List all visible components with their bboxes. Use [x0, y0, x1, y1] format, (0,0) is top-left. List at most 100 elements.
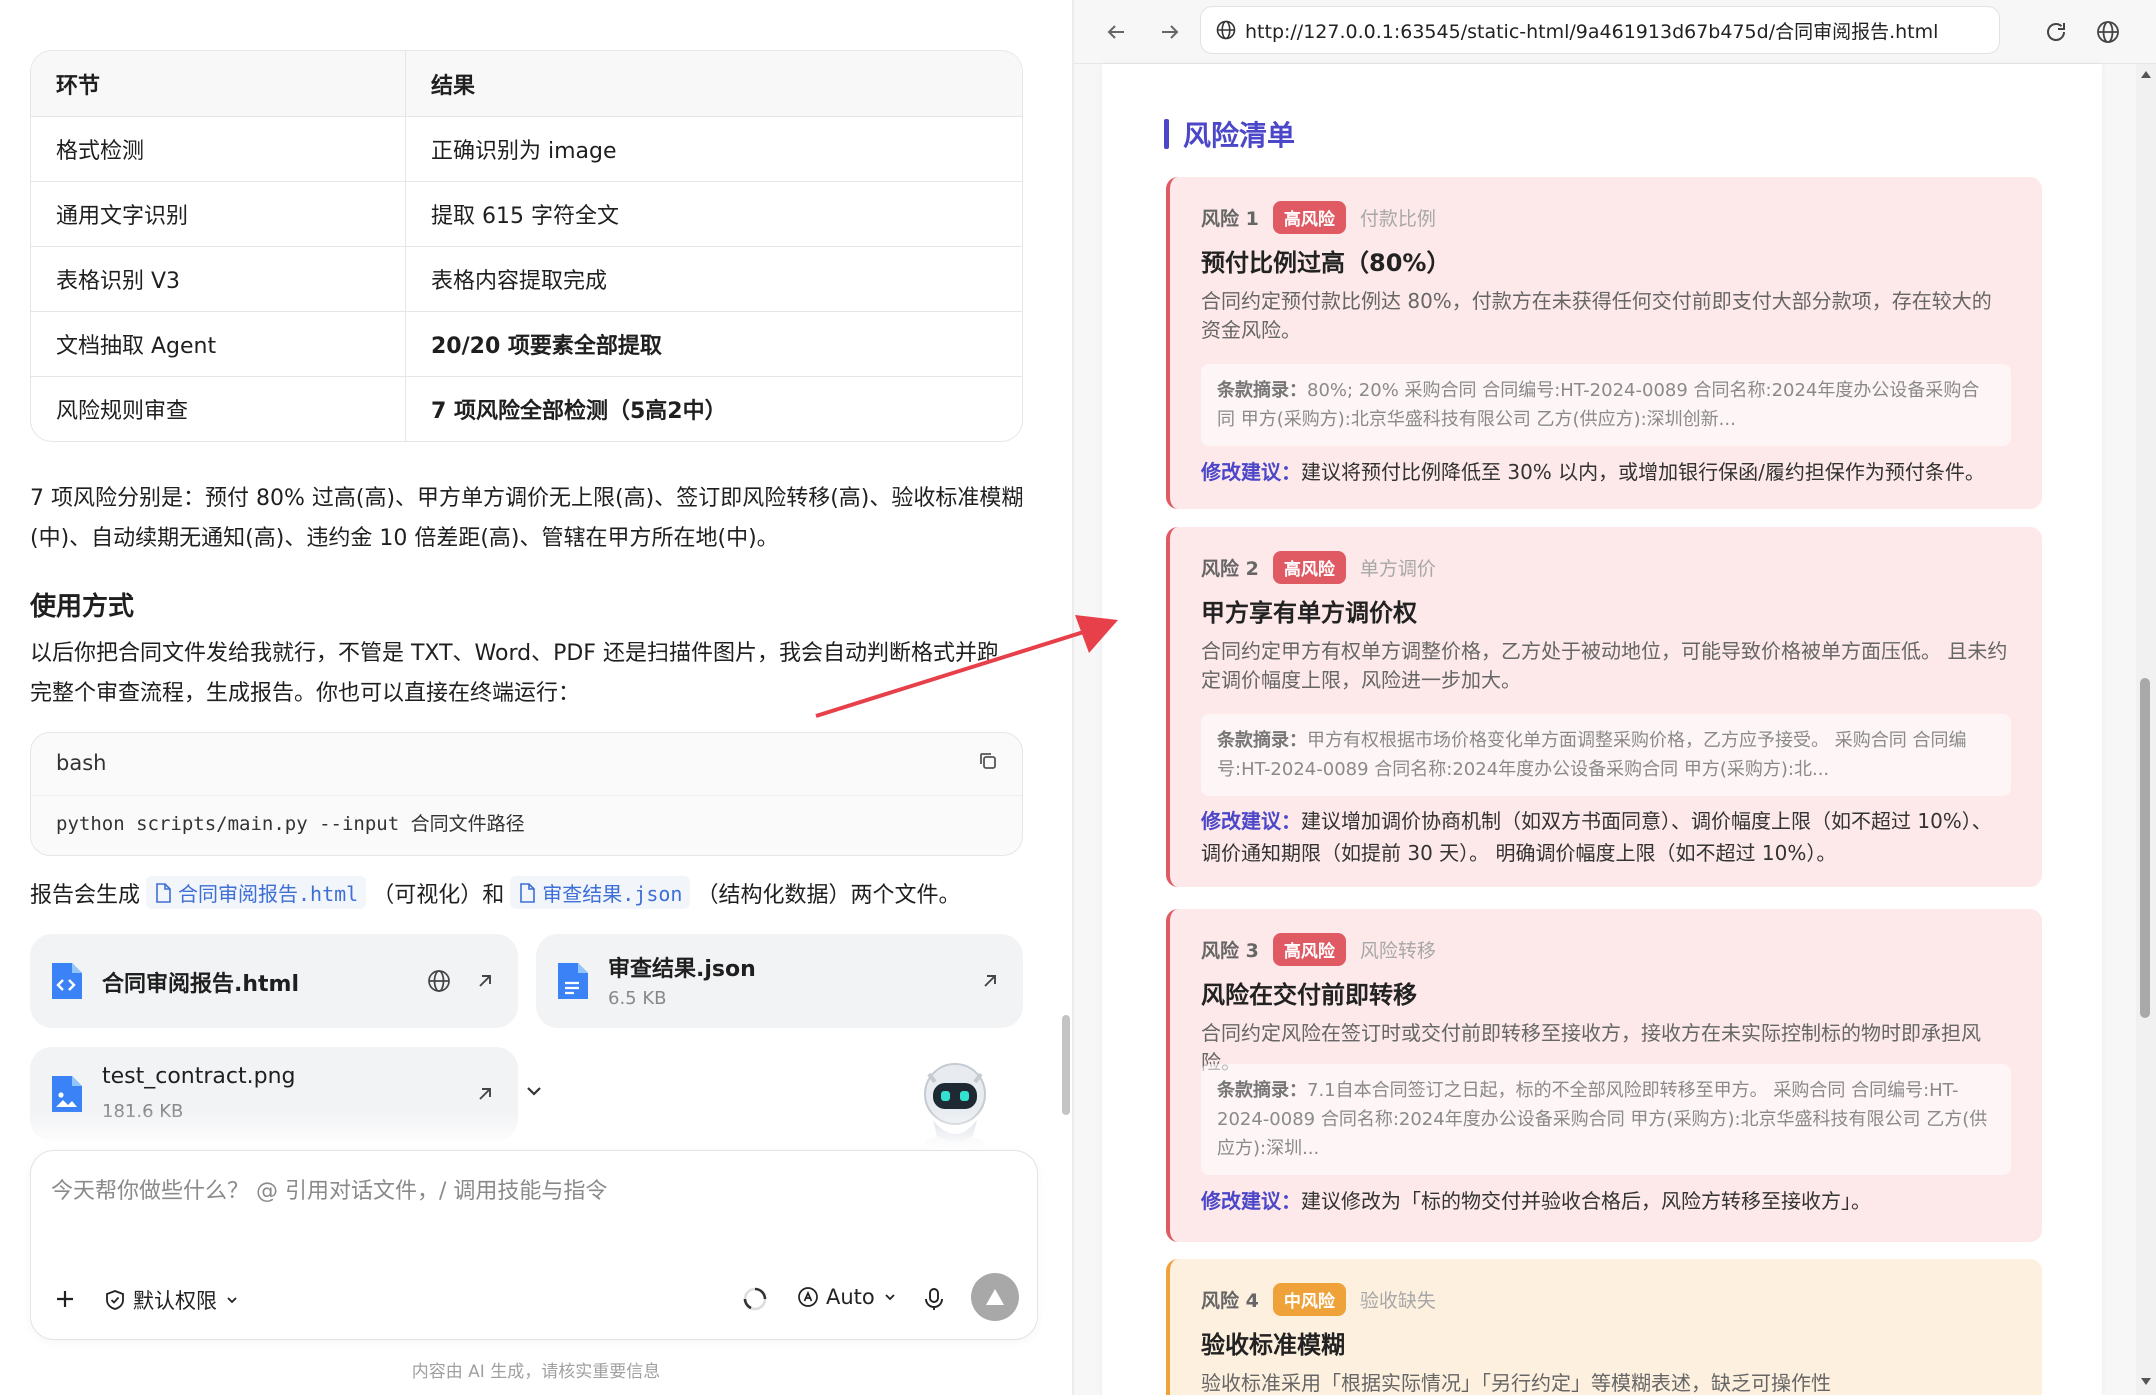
clause-label: 条款摘录： [1217, 380, 1307, 401]
auto-mode-icon [798, 1287, 818, 1307]
risk-card: 风险 1 高风险 付款比例 预付比例过高（80%） 合同约定预付款比例达 80%… [1166, 177, 2042, 509]
risk-meta: 风险 4 中风险 验收缺失 [1201, 1283, 1436, 1316]
table-cell-step: 文档抽取 Agent [31, 312, 406, 376]
table-header-row: 环节 结果 [31, 51, 1022, 116]
file-link-label: 审查结果.json [542, 882, 683, 906]
risk-clause: 条款摘录：7.1自本合同签订之日起，标的不全部风险即转移至甲方。 采购合同 合同… [1201, 1064, 2011, 1175]
risk-category: 验收缺失 [1359, 1290, 1436, 1312]
microphone-icon[interactable] [921, 1285, 947, 1313]
table-row: 表格识别 V3 表格内容提取完成 [31, 246, 1022, 311]
scroll-down-icon[interactable] [2140, 1376, 2152, 1386]
plus-icon[interactable] [53, 1287, 77, 1311]
model-selector[interactable]: Auto [796, 1285, 897, 1309]
report-text-mid: （可视化）和 [372, 882, 505, 908]
forward-arrow-icon[interactable] [1156, 18, 1184, 46]
suggestion-label: 修改建议： [1201, 460, 1301, 484]
risk-category: 风险转移 [1359, 940, 1436, 962]
suggestion-text: 建议增加调价协商机制（如双方书面同意）、调价幅度上限（如不超过 10%）、调价通… [1201, 809, 1992, 865]
risk-meta: 风险 3 高风险 风险转移 [1201, 933, 1436, 966]
section-title: 风险清单 [1164, 114, 1295, 154]
file-card[interactable]: 合同审阅报告.html [30, 934, 518, 1028]
risk-category: 单方调价 [1359, 558, 1436, 580]
risk-level-badge: 高风险 [1272, 933, 1346, 966]
table-cell-result: 提取 615 字符全文 [431, 204, 619, 229]
browser-scrollbar-thumb[interactable] [2140, 678, 2150, 1018]
risk-number: 风险 3 [1201, 940, 1259, 962]
address-bar[interactable]: http://127.0.0.1:63545/static-html/9a461… [1200, 6, 2000, 54]
table-cell-result: 7 项风险全部检测（5高2中） [431, 399, 727, 424]
table-cell-step: 表格识别 V3 [31, 247, 406, 311]
risk-meta: 风险 2 高风险 单方调价 [1201, 551, 1436, 584]
table-row: 通用文字识别 提取 615 字符全文 [31, 181, 1022, 246]
risk-title: 风险在交付前即转移 [1201, 981, 1417, 1009]
report-files-line: 报告会生成 合同审阅报告.html （可视化）和 审查结果.json （结构化数… [30, 876, 960, 909]
send-button[interactable] [971, 1273, 1019, 1321]
open-external-icon[interactable] [472, 1081, 498, 1107]
section-title-bar [1164, 119, 1169, 149]
open-external-icon[interactable] [472, 968, 498, 994]
table-cell-result: 表格内容提取完成 [431, 269, 608, 294]
file-link-json[interactable]: 审查结果.json [510, 876, 691, 909]
risk-category: 付款比例 [1359, 208, 1436, 230]
risk-suggestion: 修改建议：建议增加调价协商机制（如双方书面同意）、调价幅度上限（如不超过 10%… [1201, 805, 2011, 869]
chevron-down-icon [885, 1294, 895, 1301]
shield-check-icon [106, 1290, 124, 1310]
risk-suggestion: 修改建议：建议修改为「标的物交付并验收合格后，风险方转移至接收方」。 [1201, 1185, 2011, 1217]
summary-line: (中)、自动续期无通知(高)、违约金 10 倍差距(高)、管辖在甲方所在地(中)… [30, 526, 779, 551]
risk-card: 风险 3 高风险 风险转移 风险在交付前即转移 合同约定风险在签订时或交付前即转… [1166, 909, 2042, 1242]
risk-title: 预付比例过高（80%） [1201, 249, 1451, 277]
risk-level-badge: 高风险 [1272, 551, 1346, 584]
suggestion-label: 修改建议： [1201, 809, 1301, 833]
report-text-before: 报告会生成 [30, 882, 141, 908]
clause-label: 条款摘录： [1217, 730, 1307, 751]
annotation-arrow [815, 615, 1118, 718]
risk-clause: 条款摘录：甲方有权根据市场价格变化单方面调整采购价格，乙方应予接受。 采购合同 … [1201, 714, 2011, 796]
clause-label: 条款摘录： [1217, 1080, 1307, 1101]
table-header-result: 结果 [431, 73, 476, 99]
table-row: 风险规则审查 7 项风险全部检测（5高2中） [31, 376, 1022, 441]
result-table: 环节 结果 格式检测 正确识别为 image 通用文字识别 提取 615 字符全… [30, 50, 1023, 442]
summary-line: 7 项风险分别是：预付 80% 过高(高)、甲方单方调价无上限(高)、签订即风险… [30, 486, 1024, 511]
copy-icon[interactable] [976, 749, 1000, 773]
scroll-up-icon[interactable] [2140, 70, 2152, 80]
permission-selector[interactable]: 默认权限 [103, 1285, 239, 1315]
chat-scrollbar[interactable] [1062, 1015, 1070, 1115]
file-icon [156, 882, 171, 903]
suggestion-label: 修改建议： [1201, 1189, 1301, 1213]
back-arrow-icon[interactable] [1102, 18, 1130, 46]
risk-level-badge: 中风险 [1272, 1283, 1346, 1316]
report-text-after: （结构化数据）两个文件。 [696, 882, 961, 908]
file-card-size: 6.5 KB [608, 988, 667, 1009]
doc-file-icon [558, 963, 588, 999]
chat-input-box[interactable]: 今天帮你做些什么？ @ 引用对话文件，/ 调用技能与指令 默认权限 Auto [30, 1150, 1038, 1340]
risk-description: 验收标准采用「根据实际情况」「另行约定」等模糊表述，缺乏可操作性 [1201, 1371, 1831, 1395]
risk-number: 风险 4 [1201, 1290, 1259, 1312]
table-cell-step: 通用文字识别 [31, 182, 406, 246]
risk-summary-paragraph: 7 项风险分别是：预付 80% 过高(高)、甲方单方调价无上限(高)、签订即风险… [30, 479, 1030, 559]
file-card[interactable]: 审查结果.json 6.5 KB [536, 934, 1023, 1028]
reload-icon[interactable] [2042, 18, 2070, 46]
risk-level-badge: 高风险 [1272, 201, 1346, 234]
risk-number: 风险 1 [1201, 208, 1259, 230]
suggestion-text: 建议将预付比例降低至 30% 以内，或增加银行保函/履约担保作为预付条件。 [1301, 460, 1985, 484]
send-arrow-icon [986, 1289, 1004, 1305]
risk-meta: 风险 1 高风险 付款比例 [1201, 201, 1436, 234]
chat-input-placeholder[interactable]: 今天帮你做些什么？ @ 引用对话文件，/ 调用技能与指令 [51, 1173, 607, 1205]
risk-title: 验收标准模糊 [1201, 1331, 1345, 1359]
chevron-down-icon[interactable] [520, 1077, 548, 1105]
browser-toolbar: http://127.0.0.1:63545/static-html/9a461… [1074, 0, 2156, 64]
risk-description: 合同约定甲方有权单方调整价格，乙方处于被动地位，可能导致价格被单方面压低。 且未… [1201, 639, 2008, 692]
ai-disclaimer: 内容由 AI 生成，请核实重要信息 [411, 1362, 661, 1382]
risk-suggestion: 修改建议：建议将预付比例降低至 30% 以内，或增加银行保函/履约担保作为预付条… [1201, 456, 2011, 488]
image-file-icon [52, 1076, 82, 1112]
permission-label: 默认权限 [133, 1289, 217, 1313]
table-cell-step: 风险规则审查 [31, 377, 406, 441]
file-link-label: 合同审阅报告.html [178, 882, 359, 906]
globe-icon[interactable] [426, 968, 452, 994]
table-cell-step: 格式检测 [31, 117, 406, 181]
globe-icon[interactable] [2094, 18, 2122, 46]
open-external-icon[interactable] [977, 968, 1003, 994]
file-link-html[interactable]: 合同审阅报告.html [146, 876, 367, 909]
table-header-step: 环节 [31, 51, 406, 116]
chevron-down-icon [227, 1297, 237, 1304]
